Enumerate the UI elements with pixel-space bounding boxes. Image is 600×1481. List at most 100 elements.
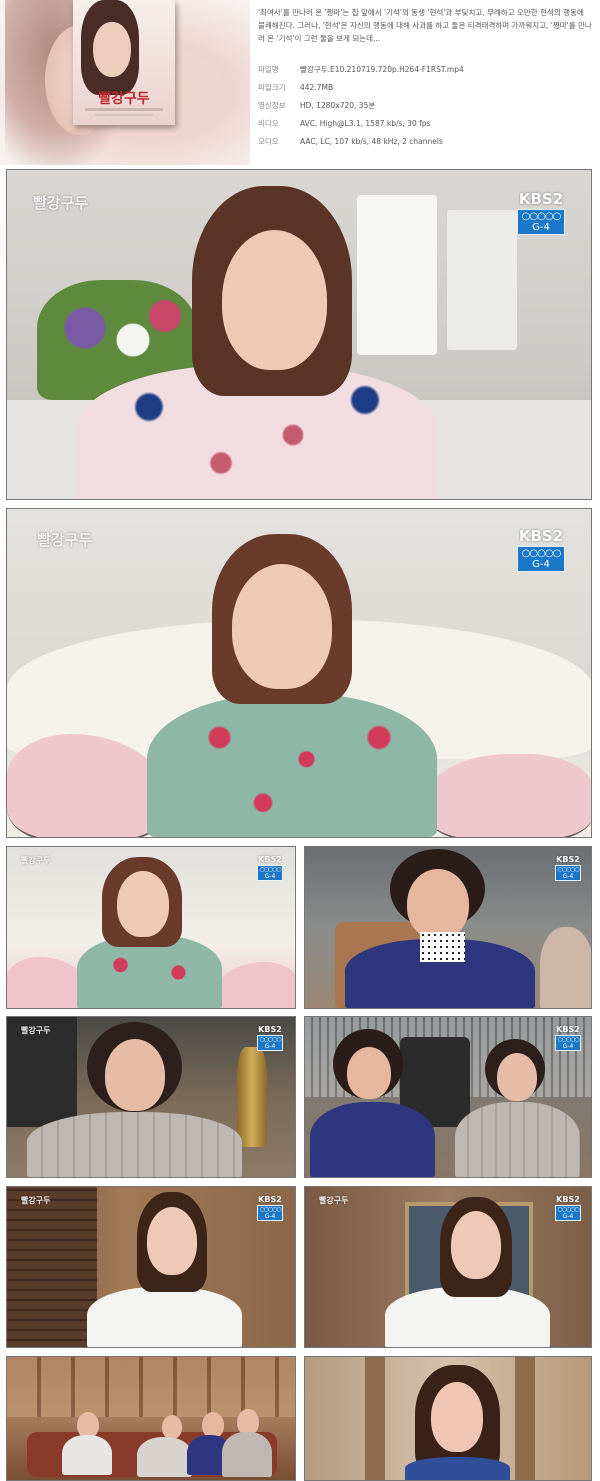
rating-badge: ○○○○○ G-4 [257,865,283,881]
face [162,1415,182,1439]
kbs-logo-text: KBS2 [555,1195,581,1204]
synopsis-text: '최여사'를 만나러 온 '쩡마'는 집 앞에서 '기석'의 동생 '현석'과 … [258,8,592,43]
kbs-logo-text: KBS2 [517,190,565,208]
info-value: AAC, LC, 107 kb/s, 48 kHz, 2 channels [300,136,443,146]
olympic-rings-icon: ○○○○○ [521,211,562,222]
face [105,1039,165,1111]
drama-watermark: 빨강구두 [37,531,93,549]
rating-badge: ○○○○○ G-4 [555,1035,581,1051]
info-row-audio: 오디오 AAC, LC, 107 kb/s, 48 kHz, 2 channel… [258,132,593,150]
info-row-video-format: 영상정보 HD, 1280x720, 35분 [258,96,593,114]
channel-name: KBS [556,855,575,864]
olympic-rings-icon: ○○○○○ [259,1206,281,1213]
face [117,871,169,937]
info-value: 442.7MB [300,82,334,92]
poster-subtitle-line [95,114,153,116]
info-value: HD, 1280x720, 35분 [300,100,376,110]
poster-title: 빨강구두 [98,91,150,107]
screenshot-frame-10 [304,1356,592,1481]
channel-name: KBS [518,190,553,208]
face [407,869,469,939]
door-frame [515,1357,535,1480]
broadcaster-logo: KBS2 ○○○○○ G-4 [517,190,565,235]
olympic-rings-icon: ○○○○○ [521,548,562,559]
media-info-table: 파일명 빨강구두.E10.210719.720p.H264-F1RST.mp4 … [258,60,593,150]
drama-watermark: 빨강구두 [319,1196,349,1205]
info-value: 빨강구두.E10.210719.720p.H264-F1RST.mp4 [300,64,464,74]
door-frame [365,1357,385,1480]
channel-number: 2 [574,855,580,864]
navy-top [310,1102,435,1177]
rating-label: G-4 [264,1213,276,1220]
channel-number: 2 [276,1025,282,1034]
rating-badge: ○○○○○ G-4 [555,865,581,881]
screenshot-frame-4: KBS2 ○○○○○ G-4 [304,846,592,1009]
channel-number: 2 [276,855,282,864]
channel-number: 2 [574,1195,580,1204]
screenshot-frame-9 [6,1356,296,1481]
info-label: 비디오 [258,118,279,128]
channel-name: KBS [258,855,277,864]
rating-label: G-4 [532,559,550,570]
channel-number: 2 [552,190,564,208]
floral-blouse [147,694,437,837]
screenshot-frame-3: 빨강구두 KBS2 ○○○○○ G-4 [6,846,296,1009]
drama-watermark: 빨강구두 [21,1026,51,1035]
screenshot-frame-8: 빨강구두 KBS2 ○○○○○ G-4 [304,1186,592,1348]
plaid-top [455,1102,580,1177]
broadcaster-logo: KBS2 ○○○○○ G-4 [517,527,565,572]
olympic-rings-icon: ○○○○○ [557,866,579,873]
white-blazer [87,1287,242,1347]
broadcaster-logo: KBS2 ○○○○○ G-4 [257,855,283,881]
info-label: 오디오 [258,136,279,146]
drama-watermark: 빨강구두 [21,856,51,865]
person-body [222,1432,272,1477]
rating-badge: ○○○○○ G-4 [257,1205,283,1221]
screenshot-frame-6: KBS2 ○○○○○ G-4 [304,1016,592,1178]
channel-name: KBS [258,1195,277,1204]
channel-number: 2 [552,527,564,545]
olympic-rings-icon: ○○○○○ [259,1036,281,1043]
trophy-lamp [237,1047,267,1147]
video-info-header: 빨강구두 '최여사'를 만나러 온 '쩡마'는 집 앞에서 '기석'의 동생 '… [0,0,600,165]
face [222,230,327,370]
face [451,1211,501,1279]
broadcaster-logo: KBS2 ○○○○○ G-4 [555,1195,581,1221]
appliance [357,195,437,355]
kbs-logo-text: KBS2 [257,1025,283,1034]
rating-label: G-4 [562,1213,574,1220]
info-row-filesize: 파일크기 442.7MB [258,78,593,96]
rating-label: G-4 [264,873,276,880]
channel-name: KBS [518,527,553,545]
blue-top [405,1457,510,1480]
info-label: 파일명 [258,64,279,74]
wooden-cabinet [7,1357,295,1417]
face [232,564,332,689]
drama-watermark: 빨강구두 [21,1196,51,1205]
side-figure [540,927,591,1008]
rating-badge: ○○○○○ G-4 [517,546,565,572]
person-body [137,1437,192,1477]
broadcaster-logo: KBS2 ○○○○○ G-4 [257,1195,283,1221]
face [431,1382,483,1452]
broadcaster-logo: KBS2 ○○○○○ G-4 [257,1025,283,1051]
rating-label: G-4 [562,873,574,880]
info-row-video: 비디오 AVC, High@L3.1, 1587 kb/s, 30 fps [258,114,593,132]
poster-face [93,22,131,77]
info-row-filename: 파일명 빨강구두.E10.210719.720p.H264-F1RST.mp4 [258,60,593,78]
screenshot-frame-7: 빨강구두 KBS2 ○○○○○ G-4 [6,1186,296,1348]
kbs-logo-text: KBS2 [517,527,565,545]
water-dispenser [447,210,517,350]
kbs-logo-text: KBS2 [257,1195,283,1204]
channel-name: KBS [556,1195,575,1204]
channel-number: 2 [574,1025,580,1034]
kbs-logo-text: KBS2 [257,855,283,864]
broadcaster-logo: KBS2 ○○○○○ G-4 [555,1025,581,1051]
polka-dot-scarf [420,932,465,962]
screenshot-frame-5: 빨강구두 KBS2 ○○○○○ G-4 [6,1016,296,1178]
channel-name: KBS [556,1025,575,1034]
rating-label: G-4 [532,222,550,233]
olympic-rings-icon: ○○○○○ [259,866,281,873]
person-body [62,1435,112,1475]
rating-badge: ○○○○○ G-4 [555,1205,581,1221]
